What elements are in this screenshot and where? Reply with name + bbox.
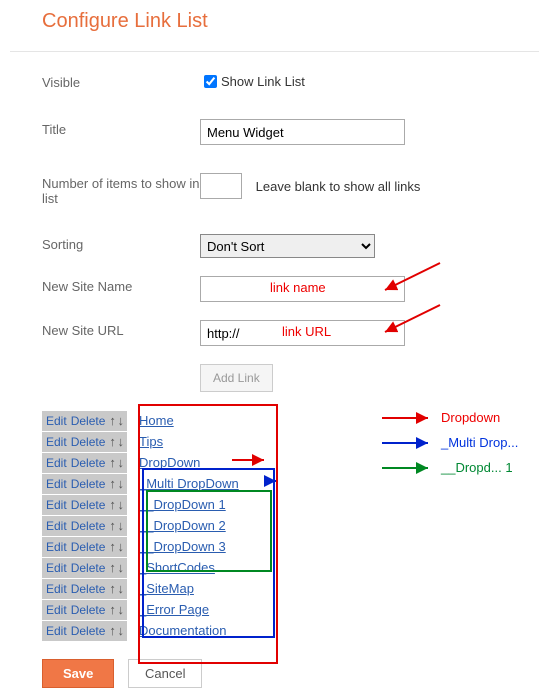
delete-link[interactable]: Delete (71, 477, 106, 491)
reorder-arrows[interactable]: ↑ ↓ (109, 623, 123, 638)
legend-dropdown: Dropdown (441, 410, 500, 425)
reorder-arrows[interactable]: ↑ ↓ (109, 413, 123, 428)
link-item-label[interactable]: Home (139, 413, 174, 428)
save-button[interactable]: Save (42, 659, 114, 688)
row-controls: Edit Delete↑ ↓ (42, 558, 127, 578)
row-controls: Edit Delete↑ ↓ (42, 474, 127, 494)
link-item-label[interactable]: _Multi DropDown (139, 476, 239, 491)
delete-link[interactable]: Delete (71, 456, 106, 470)
list-row: Edit Delete↑ ↓ _ShortCodes (42, 557, 539, 578)
row-controls: Edit Delete↑ ↓ (42, 621, 127, 641)
list-row: Edit Delete↑ ↓ Documentation (42, 620, 539, 641)
show-linklist-checkbox[interactable] (204, 75, 217, 88)
row-controls: Edit Delete↑ ↓ (42, 600, 127, 620)
edit-link[interactable]: Edit (46, 477, 67, 491)
edit-link[interactable]: Edit (46, 519, 67, 533)
delete-link[interactable]: Delete (71, 603, 106, 617)
numitems-input[interactable] (200, 173, 242, 199)
list-row: Edit Delete↑ ↓ _SiteMap (42, 578, 539, 599)
sorting-select[interactable]: Don't Sort (200, 234, 375, 258)
edit-link[interactable]: Edit (46, 435, 67, 449)
delete-link[interactable]: Delete (71, 519, 106, 533)
list-row: Edit Delete↑ ↓ _Error Page (42, 599, 539, 620)
reorder-arrows[interactable]: ↑ ↓ (109, 539, 123, 554)
new-site-url-input[interactable] (200, 320, 405, 346)
title-label: Title (42, 119, 200, 137)
cancel-button[interactable]: Cancel (128, 659, 202, 688)
reorder-arrows[interactable]: ↑ ↓ (109, 434, 123, 449)
row-controls: Edit Delete↑ ↓ (42, 411, 127, 431)
reorder-arrows[interactable]: ↑ ↓ (109, 497, 123, 512)
edit-link[interactable]: Edit (46, 456, 67, 470)
new-site-url-label: New Site URL (42, 320, 200, 338)
link-item-label[interactable]: _ShortCodes (139, 560, 215, 575)
reorder-arrows[interactable]: ↑ ↓ (109, 518, 123, 533)
edit-link[interactable]: Edit (46, 561, 67, 575)
delete-link[interactable]: Delete (71, 624, 106, 638)
link-item-label[interactable]: Tips (139, 434, 163, 449)
link-item-label[interactable]: _Error Page (139, 602, 209, 617)
edit-link[interactable]: Edit (46, 540, 67, 554)
page-title: Configure Link List (42, 10, 539, 33)
delete-link[interactable]: Delete (71, 414, 106, 428)
show-linklist-label: Show Link List (221, 74, 305, 89)
reorder-arrows[interactable]: ↑ ↓ (109, 476, 123, 491)
reorder-arrows[interactable]: ↑ ↓ (109, 602, 123, 617)
row-controls: Edit Delete↑ ↓ (42, 537, 127, 557)
legend-lvl2: __Dropd... 1 (441, 460, 513, 475)
link-item-label[interactable]: DropDown (139, 455, 200, 470)
legend-arrow-red (380, 412, 435, 424)
delete-link[interactable]: Delete (71, 435, 106, 449)
reorder-arrows[interactable]: ↑ ↓ (109, 455, 123, 470)
edit-link[interactable]: Edit (46, 624, 67, 638)
edit-link[interactable]: Edit (46, 414, 67, 428)
numitems-hint: Leave blank to show all links (256, 179, 421, 194)
row-controls: Edit Delete↑ ↓ (42, 432, 127, 452)
list-row: Edit Delete↑ ↓ _Multi DropDown (42, 473, 539, 494)
link-item-label[interactable]: Documentation (139, 623, 226, 638)
list-row: Edit Delete↑ ↓ __DropDown 1 (42, 494, 539, 515)
legend-multi: _Multi Drop... (441, 435, 518, 450)
row-controls: Edit Delete↑ ↓ (42, 453, 127, 473)
reorder-arrows[interactable]: ↑ ↓ (109, 560, 123, 575)
list-row: Edit Delete↑ ↓ __DropDown 2 (42, 515, 539, 536)
sorting-label: Sorting (42, 234, 200, 252)
row-controls: Edit Delete↑ ↓ (42, 516, 127, 536)
delete-link[interactable]: Delete (71, 540, 106, 554)
divider (10, 51, 539, 52)
list-row: Edit Delete↑ ↓ __DropDown 3 (42, 536, 539, 557)
edit-link[interactable]: Edit (46, 498, 67, 512)
link-item-label[interactable]: __DropDown 1 (139, 497, 226, 512)
row-controls: Edit Delete↑ ↓ (42, 579, 127, 599)
reorder-arrows[interactable]: ↑ ↓ (109, 581, 123, 596)
delete-link[interactable]: Delete (71, 582, 106, 596)
delete-link[interactable]: Delete (71, 561, 106, 575)
link-item-label[interactable]: __DropDown 3 (139, 539, 226, 554)
new-site-name-input[interactable] (200, 276, 405, 302)
edit-link[interactable]: Edit (46, 603, 67, 617)
link-item-label[interactable]: _SiteMap (139, 581, 194, 596)
legend-arrow-green (380, 462, 435, 474)
visible-label: Visible (42, 72, 200, 90)
title-input[interactable] (200, 119, 405, 145)
add-link-button[interactable]: Add Link (200, 364, 273, 392)
row-controls: Edit Delete↑ ↓ (42, 495, 127, 515)
numitems-label: Number of items to show in list (42, 173, 200, 206)
edit-link[interactable]: Edit (46, 582, 67, 596)
new-site-name-label: New Site Name (42, 276, 200, 294)
legend-arrow-blue (380, 437, 435, 449)
delete-link[interactable]: Delete (71, 498, 106, 512)
link-item-label[interactable]: __DropDown 2 (139, 518, 226, 533)
